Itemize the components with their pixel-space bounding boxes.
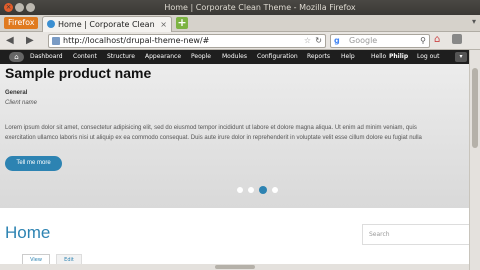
slideshow: Sample product name General Client name …	[0, 64, 469, 208]
search-engine-icon[interactable]: g	[334, 35, 340, 47]
slide-title: Sample product name	[5, 65, 152, 81]
page-identity-icon	[52, 37, 60, 45]
drupal-admin-toolbar: ⌂ Dashboard Content Structure Appearance…	[0, 50, 469, 64]
tab-strip: Firefox Home | Corporate Clean Theme × +…	[0, 15, 480, 44]
star-icon[interactable]: ☆	[304, 35, 311, 47]
navigation-bar: ◀ ▶ http://localhost/drupal-theme-new/# …	[0, 32, 480, 50]
toolbar-item-dashboard[interactable]: Dashboard	[30, 50, 63, 64]
toolbar-item-reports[interactable]: Reports	[307, 50, 330, 64]
forward-arrow-icon[interactable]: ▶	[26, 34, 34, 47]
addon-icon[interactable]	[452, 34, 462, 44]
slide-dot[interactable]	[272, 187, 278, 193]
tab-list-icon[interactable]: ▾	[472, 17, 476, 26]
magnifier-icon[interactable]: ⚲	[420, 35, 426, 47]
slide-dot-active[interactable]	[259, 186, 267, 194]
firefox-menu-button[interactable]: Firefox	[4, 17, 39, 29]
toolbar-hello-text: Hello	[371, 53, 387, 60]
window-title-bar: × Home | Corporate Clean Theme - Mozilla…	[0, 0, 480, 15]
home-icon[interactable]: ⌂	[434, 34, 440, 45]
toolbar-item-people[interactable]: People	[191, 50, 211, 64]
reload-icon[interactable]: ↻	[315, 35, 322, 47]
site-search-placeholder: Search	[369, 231, 390, 238]
search-placeholder: Google	[349, 36, 378, 45]
slide-body: Lorem ipsum dolor sit amet, consectetur …	[5, 123, 469, 143]
toolbar-user-link[interactable]: Philip	[389, 50, 408, 64]
horizontal-scrollbar[interactable]	[0, 264, 469, 270]
firefox-window: × Home | Corporate Clean Theme - Mozilla…	[0, 0, 480, 270]
page-title: Home	[5, 223, 51, 242]
slide-general-label: General	[5, 90, 28, 96]
page-viewport: Sample product name General Client name …	[0, 64, 469, 270]
horizontal-scroll-thumb[interactable]	[215, 265, 255, 269]
toolbar-item-configuration[interactable]: Configuration	[257, 50, 298, 64]
toolbar-item-help[interactable]: Help	[341, 50, 355, 64]
site-search-input[interactable]: Search	[362, 224, 469, 245]
tell-me-more-button[interactable]: Tell me more	[5, 156, 62, 171]
slide-dot[interactable]	[237, 187, 243, 193]
toolbar-home-icon[interactable]: ⌂	[9, 52, 24, 62]
slide-body-line: Lorem ipsum dolor sit amet, consectetur …	[5, 125, 417, 131]
slide-client-label: Client name	[5, 100, 38, 106]
vertical-scroll-thumb[interactable]	[472, 68, 478, 148]
back-arrow-icon[interactable]: ◀	[6, 34, 14, 47]
site-favicon-icon	[47, 20, 55, 28]
window-title: Home | Corporate Clean Theme - Mozilla F…	[164, 3, 356, 12]
toolbar-item-appearance[interactable]: Appearance	[145, 50, 181, 64]
close-window-icon[interactable]: ×	[4, 3, 13, 12]
toolbar-logout-link[interactable]: Log out	[417, 50, 439, 64]
toolbar-item-structure[interactable]: Structure	[107, 50, 135, 64]
search-bar[interactable]: g Google ⚲	[330, 34, 430, 48]
toolbar-toggle-icon[interactable]: ▾	[455, 52, 467, 62]
url-bar[interactable]: http://localhost/drupal-theme-new/# ☆ ↻	[48, 34, 326, 48]
toolbar-item-content[interactable]: Content	[73, 50, 97, 64]
browser-tab[interactable]: Home | Corporate Clean Theme ×	[42, 16, 172, 44]
tab-close-icon[interactable]: ×	[160, 17, 167, 32]
minimize-window-icon[interactable]	[15, 3, 24, 12]
toolbar-item-modules[interactable]: Modules	[222, 50, 247, 64]
slide-dot[interactable]	[248, 187, 254, 193]
slide-body-line: exercitation ullamco laboris nisi ut ali…	[5, 135, 422, 141]
new-tab-button[interactable]: +	[176, 17, 188, 29]
url-text: http://localhost/drupal-theme-new/#	[63, 36, 210, 45]
vertical-scrollbar[interactable]	[469, 50, 480, 270]
maximize-window-icon[interactable]	[26, 3, 35, 12]
